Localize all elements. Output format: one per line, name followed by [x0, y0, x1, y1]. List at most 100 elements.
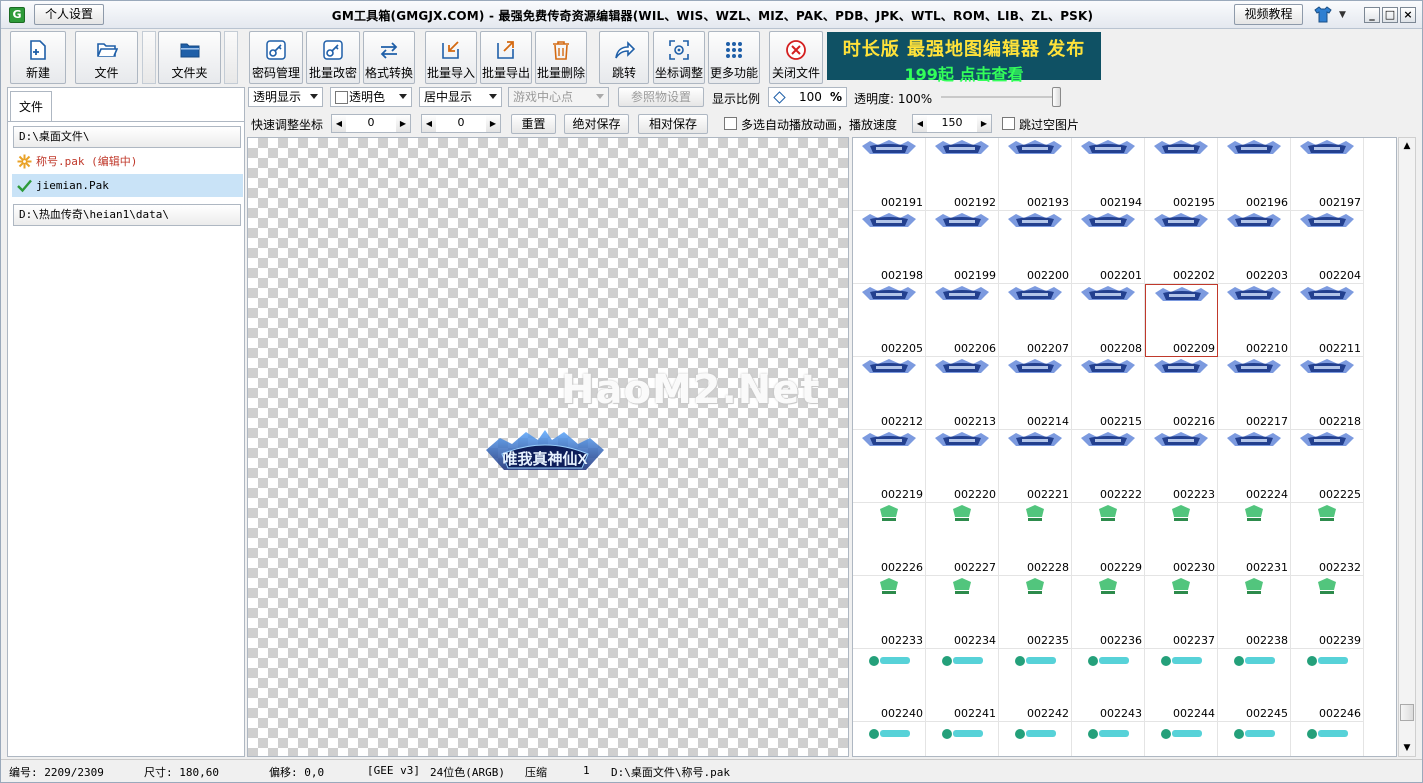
display-scale-input[interactable]: 100 %: [768, 87, 847, 107]
thumbnail-cell[interactable]: 002226: [853, 503, 926, 576]
thumbnail-cell[interactable]: 002194: [1072, 138, 1145, 211]
thumbnail-cell[interactable]: 002204: [1291, 211, 1364, 284]
thumbnail-cell[interactable]: 002196: [1218, 138, 1291, 211]
thumbnail-cell[interactable]: 002203: [1218, 211, 1291, 284]
thumbnail-cell[interactable]: 002246: [1291, 649, 1364, 722]
minimize-button[interactable]: _: [1364, 7, 1380, 23]
thumbnail-cell[interactable]: 002217: [1218, 357, 1291, 430]
coord-adjust-button[interactable]: 坐标调整: [653, 31, 705, 84]
video-tutorial-button[interactable]: 视频教程: [1234, 4, 1303, 25]
increment-icon[interactable]: ▶: [396, 115, 410, 132]
autoplay-checkbox[interactable]: [724, 117, 737, 130]
thumbnail-cell[interactable]: 002242: [999, 649, 1072, 722]
thumbnail-cell[interactable]: 002221: [999, 430, 1072, 503]
thumbnail-cell[interactable]: 002206: [926, 284, 999, 357]
jump-button[interactable]: 跳转: [599, 31, 649, 84]
thumbnail-cell[interactable]: [853, 722, 926, 756]
chevron-down-icon[interactable]: ▼: [1339, 10, 1346, 20]
thumbnail-cell[interactable]: 002199: [926, 211, 999, 284]
x-coord-stepper[interactable]: ◀ 0 ▶: [331, 114, 411, 133]
maximize-button[interactable]: □: [1382, 7, 1398, 23]
absolute-save-button[interactable]: 绝对保存: [564, 114, 629, 134]
image-preview-canvas[interactable]: 唯我真神仙X: [247, 137, 849, 757]
thumbnail-cell[interactable]: 002245: [1218, 649, 1291, 722]
promo-banner[interactable]: 时长版 最强地图编辑器 发布 199起 点击查看: [827, 32, 1101, 84]
thumbnail-cell[interactable]: 002239: [1291, 576, 1364, 649]
thumbnail-grid[interactable]: 002191 002192 002193 002194 002195 002196 0021…: [852, 137, 1397, 757]
thumbnail-cell[interactable]: 002207: [999, 284, 1072, 357]
increment-icon[interactable]: ▶: [486, 115, 500, 132]
format-convert-button[interactable]: 格式转换: [363, 31, 415, 84]
thumbnail-cell[interactable]: 002224: [1218, 430, 1291, 503]
close-window-button[interactable]: ×: [1400, 7, 1416, 23]
thumbnail-cell[interactable]: 002191: [853, 138, 926, 211]
folder-button[interactable]: 文件夹: [158, 31, 221, 84]
decrement-icon[interactable]: ◀: [422, 115, 436, 132]
path-header[interactable]: D:\桌面文件\: [13, 126, 241, 148]
more-functions-button[interactable]: 更多功能: [708, 31, 760, 84]
transparent-color-checkbox[interactable]: [335, 91, 348, 104]
increment-icon[interactable]: ▶: [977, 115, 991, 132]
thumbnail-cell[interactable]: 002220: [926, 430, 999, 503]
thumbnail-cell[interactable]: 002237: [1145, 576, 1218, 649]
thumbnail-cell[interactable]: 002240: [853, 649, 926, 722]
thumbnail-cell[interactable]: 002200: [999, 211, 1072, 284]
thumbnail-cell[interactable]: [1291, 722, 1364, 756]
thumbnail-cell[interactable]: 002227: [926, 503, 999, 576]
batch-export-button[interactable]: 批量导出: [480, 31, 532, 84]
batch-import-button[interactable]: 批量导入: [425, 31, 477, 84]
thumbnail-cell[interactable]: 002230: [1145, 503, 1218, 576]
opacity-slider-thumb[interactable]: [1052, 87, 1061, 107]
thumbnail-cell[interactable]: 002243: [1072, 649, 1145, 722]
thumbnail-cell[interactable]: 002228: [999, 503, 1072, 576]
new-button[interactable]: 新建: [10, 31, 66, 84]
thumbnail-cell[interactable]: 002244: [1145, 649, 1218, 722]
file-item-selected[interactable]: jiemian.Pak: [12, 174, 243, 197]
thumbnail-cell[interactable]: 002208: [1072, 284, 1145, 357]
thumbnail-cell[interactable]: 002215: [1072, 357, 1145, 430]
thumbnail-cell[interactable]: 002192: [926, 138, 999, 211]
close-file-button[interactable]: 关闭文件: [769, 31, 823, 84]
decrement-icon[interactable]: ◀: [913, 115, 927, 132]
thumbnail-cell[interactable]: 002195: [1145, 138, 1218, 211]
thumbnail-cell[interactable]: 002212: [853, 357, 926, 430]
thumbnail-cell[interactable]: 002213: [926, 357, 999, 430]
skin-shirt-icon[interactable]: [1314, 6, 1332, 23]
y-coord-stepper[interactable]: ◀ 0 ▶: [421, 114, 501, 133]
thumbnail-cell[interactable]: 002222: [1072, 430, 1145, 503]
thumbnail-cell[interactable]: 002232: [1291, 503, 1364, 576]
opacity-slider-track[interactable]: [941, 96, 1061, 98]
thumbnail-cell[interactable]: 002218: [1291, 357, 1364, 430]
thumbnail-cell[interactable]: 002223: [1145, 430, 1218, 503]
batch-password-button[interactable]: 批量改密: [306, 31, 360, 84]
thumbnail-cell[interactable]: 002197: [1291, 138, 1364, 211]
thumbnail-cell-selected[interactable]: 002209: [1145, 284, 1218, 357]
thumbnail-cell[interactable]: [999, 722, 1072, 756]
scroll-down-icon[interactable]: ▼: [1399, 740, 1415, 756]
thumbnail-cell[interactable]: 002231: [1218, 503, 1291, 576]
thumbnail-cell[interactable]: 002214: [999, 357, 1072, 430]
scroll-up-icon[interactable]: ▲: [1399, 138, 1415, 154]
thumbnail-cell[interactable]: 002193: [999, 138, 1072, 211]
reset-button[interactable]: 重置: [511, 114, 556, 134]
skip-empty-checkbox[interactable]: [1002, 117, 1015, 130]
thumbnail-cell[interactable]: [1145, 722, 1218, 756]
thumbnail-cell[interactable]: [926, 722, 999, 756]
display-mode-select[interactable]: 透明显示: [248, 87, 323, 107]
path-header[interactable]: D:\热血传奇\heian1\data\: [13, 204, 241, 226]
thumbnail-cell[interactable]: 002205: [853, 284, 926, 357]
grid-scrollbar[interactable]: ▲ ▼: [1398, 137, 1416, 757]
thumbnail-cell[interactable]: 002210: [1218, 284, 1291, 357]
thumbnail-cell[interactable]: 002229: [1072, 503, 1145, 576]
scrollbar-thumb[interactable]: [1400, 704, 1414, 721]
tab-files[interactable]: 文件: [10, 91, 52, 121]
thumbnail-cell[interactable]: 002233: [853, 576, 926, 649]
thumbnail-cell[interactable]: 002201: [1072, 211, 1145, 284]
thumbnail-cell[interactable]: 002219: [853, 430, 926, 503]
thumbnail-cell[interactable]: [1218, 722, 1291, 756]
thumbnail-cell[interactable]: 002241: [926, 649, 999, 722]
thumbnail-cell[interactable]: 002238: [1218, 576, 1291, 649]
center-display-select[interactable]: 居中显示: [419, 87, 502, 107]
relative-save-button[interactable]: 相对保存: [638, 114, 708, 134]
thumbnail-cell[interactable]: 002216: [1145, 357, 1218, 430]
